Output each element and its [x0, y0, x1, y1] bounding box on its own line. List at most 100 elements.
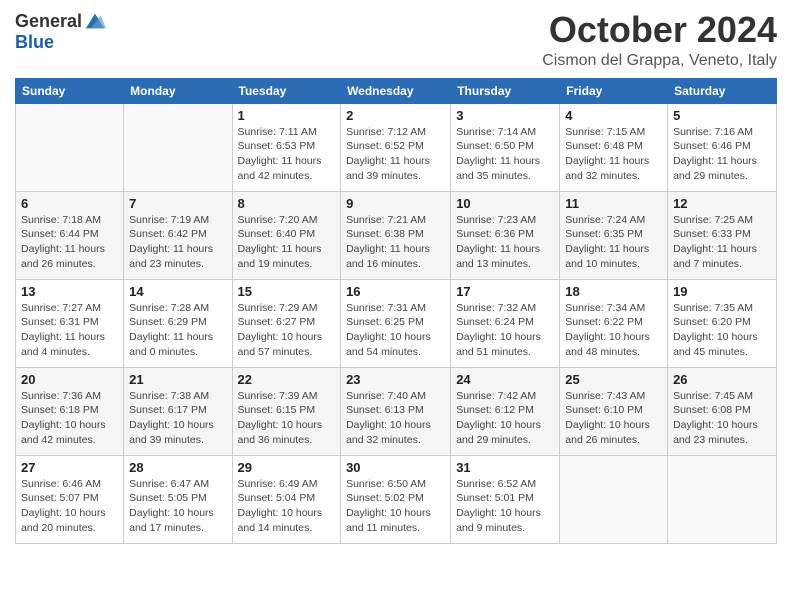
calendar-cell: 6 Sunrise: 7:18 AM Sunset: 6:44 PM Daylig… [16, 191, 124, 279]
day-number: 15 [238, 284, 336, 299]
day-number: 16 [346, 284, 445, 299]
day-number: 5 [673, 108, 771, 123]
calendar-cell: 12Sunrise: 7:25 AM Sunset: 6:33 PM Dayli… [668, 191, 777, 279]
day-number: 26 [673, 372, 771, 387]
day-detail: Sunrise: 7:14 AM Sunset: 6:50 PM Dayligh… [456, 125, 554, 184]
day-detail: Sunrise: 6:49 AM Sunset: 5:04 PM Dayligh… [238, 477, 336, 536]
calendar-cell: 10 Sunrise: 7:23 AM Sunset: 6:36 PM Dayli… [451, 191, 560, 279]
day-detail: Sunrise: 7:18 AM Sunset: 6:44 PM Dayligh… [21, 213, 118, 272]
day-detail: Sunrise: 7:23 AM Sunset: 6:36 PM Dayligh… [456, 213, 554, 272]
day-number: 31 [456, 460, 554, 475]
day-detail: Sunrise: 7:11 AM Sunset: 6:53 PM Dayligh… [238, 125, 336, 184]
page-header: General Blue October 2024 Cismon del Gra… [15, 10, 777, 70]
day-detail: Sunrise: 7:43 AM Sunset: 6:10 PM Dayligh… [565, 389, 662, 448]
calendar-cell: 11 Sunrise: 7:24 AM Sunset: 6:35 PM Dayli… [560, 191, 668, 279]
logo: General Blue [15, 10, 106, 53]
day-number: 28 [129, 460, 226, 475]
calendar-cell: 22Sunrise: 7:39 AM Sunset: 6:15 PM Dayli… [232, 367, 341, 455]
calendar-cell: 1 Sunrise: 7:11 AM Sunset: 6:53 PM Daylig… [232, 103, 341, 191]
day-number: 22 [238, 372, 336, 387]
calendar-cell: 8Sunrise: 7:20 AM Sunset: 6:40 PM Daylig… [232, 191, 341, 279]
title-block: October 2024 Cismon del Grappa, Veneto, … [542, 10, 777, 70]
day-number: 19 [673, 284, 771, 299]
calendar-cell: 30Sunrise: 6:50 AM Sunset: 5:02 PM Dayli… [341, 455, 451, 543]
calendar-header-monday: Monday [124, 78, 232, 103]
calendar-cell: 5 Sunrise: 7:16 AM Sunset: 6:46 PM Daylig… [668, 103, 777, 191]
day-number: 6 [21, 196, 118, 211]
day-detail: Sunrise: 7:29 AM Sunset: 6:27 PM Dayligh… [238, 301, 336, 360]
calendar-header-saturday: Saturday [668, 78, 777, 103]
calendar-cell: 15 Sunrise: 7:29 AM Sunset: 6:27 PM Dayli… [232, 279, 341, 367]
day-detail: Sunrise: 7:38 AM Sunset: 6:17 PM Dayligh… [129, 389, 226, 448]
day-detail: Sunrise: 7:45 AM Sunset: 6:08 PM Dayligh… [673, 389, 771, 448]
calendar-cell: 17Sunrise: 7:32 AM Sunset: 6:24 PM Dayli… [451, 279, 560, 367]
calendar-cell [16, 103, 124, 191]
day-number: 20 [21, 372, 118, 387]
calendar-week-row: 6 Sunrise: 7:18 AM Sunset: 6:44 PM Daylig… [16, 191, 777, 279]
calendar-header-sunday: Sunday [16, 78, 124, 103]
day-number: 14 [129, 284, 226, 299]
day-detail: Sunrise: 7:19 AM Sunset: 6:42 PM Dayligh… [129, 213, 226, 272]
calendar-cell: 19 Sunrise: 7:35 AM Sunset: 6:20 PM Dayli… [668, 279, 777, 367]
day-detail: Sunrise: 7:21 AM Sunset: 6:38 PM Dayligh… [346, 213, 445, 272]
day-detail: Sunrise: 7:32 AM Sunset: 6:24 PM Dayligh… [456, 301, 554, 360]
day-number: 3 [456, 108, 554, 123]
calendar-cell: 29 Sunrise: 6:49 AM Sunset: 5:04 PM Dayli… [232, 455, 341, 543]
calendar-cell [668, 455, 777, 543]
day-number: 27 [21, 460, 118, 475]
day-number: 12 [673, 196, 771, 211]
calendar-cell [124, 103, 232, 191]
calendar-cell: 27 Sunrise: 6:46 AM Sunset: 5:07 PM Dayli… [16, 455, 124, 543]
calendar-header-thursday: Thursday [451, 78, 560, 103]
calendar-cell: 9 Sunrise: 7:21 AM Sunset: 6:38 PM Daylig… [341, 191, 451, 279]
day-number: 2 [346, 108, 445, 123]
logo-general-text: General [15, 11, 82, 32]
day-number: 23 [346, 372, 445, 387]
day-detail: Sunrise: 6:52 AM Sunset: 5:01 PM Dayligh… [456, 477, 554, 536]
day-detail: Sunrise: 7:28 AM Sunset: 6:29 PM Dayligh… [129, 301, 226, 360]
day-number: 8 [238, 196, 336, 211]
calendar-cell: 31 Sunrise: 6:52 AM Sunset: 5:01 PM Dayli… [451, 455, 560, 543]
logo-blue-text: Blue [15, 32, 54, 53]
calendar-cell [560, 455, 668, 543]
day-detail: Sunrise: 7:42 AM Sunset: 6:12 PM Dayligh… [456, 389, 554, 448]
day-detail: Sunrise: 7:27 AM Sunset: 6:31 PM Dayligh… [21, 301, 118, 360]
calendar-cell: 28Sunrise: 6:47 AM Sunset: 5:05 PM Dayli… [124, 455, 232, 543]
logo-icon [84, 10, 106, 32]
calendar-cell: 26 Sunrise: 7:45 AM Sunset: 6:08 PM Dayli… [668, 367, 777, 455]
calendar-week-row: 1 Sunrise: 7:11 AM Sunset: 6:53 PM Daylig… [16, 103, 777, 191]
day-number: 13 [21, 284, 118, 299]
calendar-table: SundayMondayTuesdayWednesdayThursdayFrid… [15, 78, 777, 544]
calendar-cell: 24Sunrise: 7:42 AM Sunset: 6:12 PM Dayli… [451, 367, 560, 455]
calendar-header-row: SundayMondayTuesdayWednesdayThursdayFrid… [16, 78, 777, 103]
day-number: 29 [238, 460, 336, 475]
calendar-cell: 2Sunrise: 7:12 AM Sunset: 6:52 PM Daylig… [341, 103, 451, 191]
day-detail: Sunrise: 7:16 AM Sunset: 6:46 PM Dayligh… [673, 125, 771, 184]
day-detail: Sunrise: 7:36 AM Sunset: 6:18 PM Dayligh… [21, 389, 118, 448]
calendar-cell: 20 Sunrise: 7:36 AM Sunset: 6:18 PM Dayli… [16, 367, 124, 455]
day-number: 7 [129, 196, 226, 211]
calendar-cell: 23Sunrise: 7:40 AM Sunset: 6:13 PM Dayli… [341, 367, 451, 455]
calendar-cell: 14 Sunrise: 7:28 AM Sunset: 6:29 PM Dayli… [124, 279, 232, 367]
location-title: Cismon del Grappa, Veneto, Italy [542, 52, 777, 70]
day-number: 9 [346, 196, 445, 211]
day-detail: Sunrise: 7:35 AM Sunset: 6:20 PM Dayligh… [673, 301, 771, 360]
day-number: 1 [238, 108, 336, 123]
day-detail: Sunrise: 6:46 AM Sunset: 5:07 PM Dayligh… [21, 477, 118, 536]
day-detail: Sunrise: 7:15 AM Sunset: 6:48 PM Dayligh… [565, 125, 662, 184]
day-number: 21 [129, 372, 226, 387]
day-detail: Sunrise: 7:24 AM Sunset: 6:35 PM Dayligh… [565, 213, 662, 272]
calendar-cell: 7 Sunrise: 7:19 AM Sunset: 6:42 PM Daylig… [124, 191, 232, 279]
calendar-header-wednesday: Wednesday [341, 78, 451, 103]
day-number: 4 [565, 108, 662, 123]
calendar-cell: 16Sunrise: 7:31 AM Sunset: 6:25 PM Dayli… [341, 279, 451, 367]
calendar-cell: 4 Sunrise: 7:15 AM Sunset: 6:48 PM Daylig… [560, 103, 668, 191]
day-detail: Sunrise: 7:34 AM Sunset: 6:22 PM Dayligh… [565, 301, 662, 360]
calendar-header-tuesday: Tuesday [232, 78, 341, 103]
day-number: 10 [456, 196, 554, 211]
day-number: 11 [565, 196, 662, 211]
calendar-cell: 18Sunrise: 7:34 AM Sunset: 6:22 PM Dayli… [560, 279, 668, 367]
day-detail: Sunrise: 6:50 AM Sunset: 5:02 PM Dayligh… [346, 477, 445, 536]
calendar-cell: 25Sunrise: 7:43 AM Sunset: 6:10 PM Dayli… [560, 367, 668, 455]
calendar-header-friday: Friday [560, 78, 668, 103]
